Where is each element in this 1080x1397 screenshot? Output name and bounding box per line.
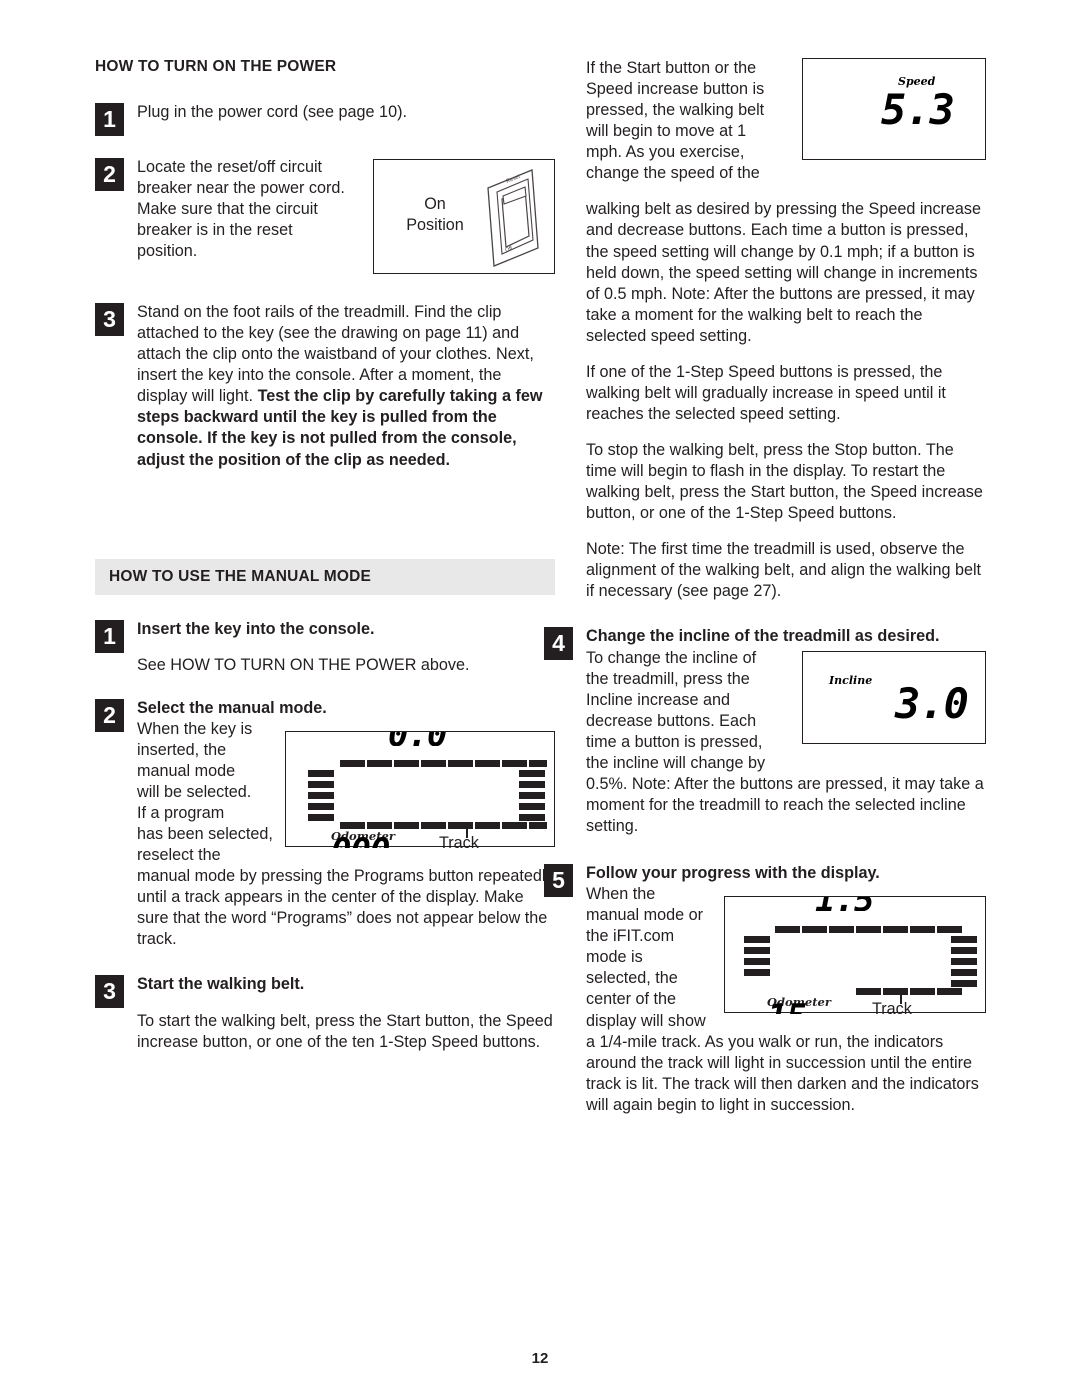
circuit-breaker-figure: On Position Reset Off xyxy=(373,159,555,275)
speed-display-value: 5.3 xyxy=(881,85,955,134)
incline-display-value: 3.0 xyxy=(895,678,969,728)
step-number-badge: 5 xyxy=(544,864,573,898)
step-manual-3-heading: Start the walking belt. xyxy=(137,975,305,994)
page-number: 12 xyxy=(531,1350,549,1367)
step-manual-1-body: See HOW TO TURN ON THE POWER above. xyxy=(137,655,470,674)
track-label: Track xyxy=(439,833,479,852)
step-number-badge: 1 xyxy=(95,103,124,136)
track-display-figure-progress: 1.5 xyxy=(724,896,986,1018)
step-incline-4-heading: Change the incline of the treadmill as d… xyxy=(586,627,940,646)
track-label: Track xyxy=(872,1000,912,1019)
step-progress-5-body-rest: display will show a 1/4-mile track. As y… xyxy=(586,1011,979,1114)
track-display-figure-manual: 0.0 xyxy=(285,730,555,852)
step-incline-4: 4 Change the incline of the treadmill as… xyxy=(535,626,986,837)
step-number-badge: 4 xyxy=(544,627,573,661)
step-number-badge: 2 xyxy=(95,698,124,732)
step-manual-1: 1 Insert the key into the console. See H… xyxy=(95,619,555,676)
right-column: Speed 5.3 If the Start button or the Spe… xyxy=(544,58,986,1136)
step-progress-5-body-wrap: When the manual mode or the iFIT.com mod… xyxy=(586,885,703,1009)
step-manual-1-heading: Insert the key into the console. xyxy=(137,619,375,638)
odometer-bottom-digits-clipped: 000 xyxy=(331,835,421,848)
breaker-caption-line1: On xyxy=(424,195,446,214)
breaker-caption-line2: Position xyxy=(406,215,464,234)
step-number-badge: 2 xyxy=(95,158,124,192)
step-power-1-text: Plug in the power cord (see page 10). xyxy=(137,103,407,121)
step-number-badge: 3 xyxy=(95,303,124,337)
odometer-top-digits-clipped: 0.0 xyxy=(388,732,464,746)
step-manual-2: 2 Select the manual mode. 0.0 xyxy=(95,698,555,951)
right-paragraph-1: If the Start button or the Speed increas… xyxy=(586,59,765,183)
step-progress-5-heading: Follow your progress with the display. xyxy=(586,864,880,883)
speed-display-figure: Speed 5.3 xyxy=(802,58,986,160)
right-paragraph-5: Note: The first time the treadmill is us… xyxy=(586,540,982,601)
right-paragraph-4: To stop the walking belt, press the Stop… xyxy=(586,441,983,523)
step-power-2: 2 On Position Reset Off Locate the reset… xyxy=(95,157,555,275)
section-title-manual-mode: HOW TO USE THE MANUAL MODE xyxy=(95,558,555,595)
step-progress-5: 5 Follow your progress with the display.… xyxy=(535,863,986,1116)
step-manual-3-body: To start the walking belt, press the Sta… xyxy=(137,1011,553,1051)
step-manual-2-body-wrap: When the key is inserted, the manual mod… xyxy=(137,719,253,822)
rocker-switch-icon: Reset Off xyxy=(487,169,539,268)
odometer-bottom-digits-clipped: 15 xyxy=(767,1001,831,1014)
speed-intro-block: Speed 5.3 If the Start button or the Spe… xyxy=(586,58,986,362)
odometer-top-digits-clipped: 1.5 xyxy=(815,897,895,911)
step-number-badge: 1 xyxy=(95,619,124,653)
incline-display-label: Incline xyxy=(829,673,873,687)
step-power-3: 3 Stand on the foot rails of the treadmi… xyxy=(95,302,555,471)
right-paragraph-3: If one of the 1-Step Speed buttons is pr… xyxy=(586,362,946,423)
manual-page: HOW TO TURN ON THE POWER 1 Plug in the p… xyxy=(0,0,1080,1397)
step-power-2-text: Locate the reset/off circuit breaker nea… xyxy=(137,158,345,261)
step-incline-4-body-wrap: To change the incline of the treadmill, … xyxy=(586,648,766,772)
step-power-3-text: Stand on the foot rails of the treadmill… xyxy=(137,302,555,471)
breaker-caption: On Position xyxy=(392,194,478,235)
step-incline-4-body-rest: 0.5%. Note: After the buttons are presse… xyxy=(586,774,984,835)
right-paragraph-2: walking belt as desired by pressing the … xyxy=(586,200,982,345)
step-manual-2-heading: Select the manual mode. xyxy=(137,698,327,717)
incline-display-figure: Incline 3.0 xyxy=(802,650,986,744)
section-title-power: HOW TO TURN ON THE POWER xyxy=(95,58,337,75)
step-power-1: 1 Plug in the power cord (see page 10). xyxy=(95,102,555,136)
left-column: HOW TO TURN ON THE POWER 1 Plug in the p… xyxy=(95,58,555,1073)
step-manual-3: 3 Start the walking belt. To start the w… xyxy=(95,974,555,1052)
step-number-badge: 3 xyxy=(95,975,124,1009)
